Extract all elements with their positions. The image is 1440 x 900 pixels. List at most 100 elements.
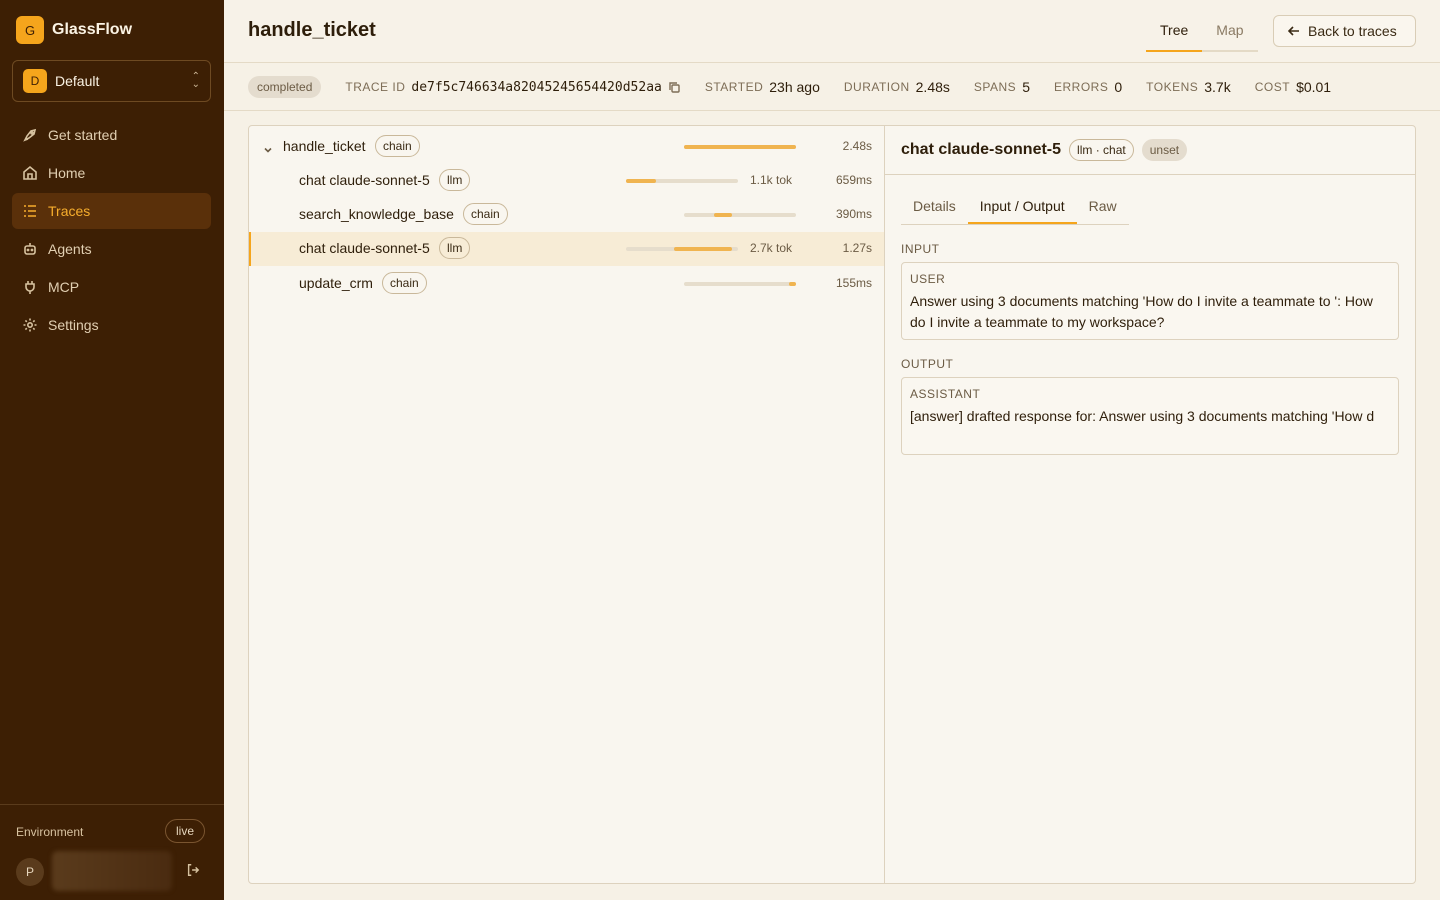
tab-map[interactable]: Map	[1202, 14, 1257, 50]
sidebar-item-mcp[interactable]: MCP	[12, 269, 211, 305]
span-name: search_knowledge_base	[299, 206, 454, 222]
environment-badge[interactable]: live	[165, 819, 206, 843]
span-timeline-track	[684, 213, 796, 217]
meta-value: 23h ago	[769, 79, 820, 95]
meta-tokens: TOKENS 3.7k	[1146, 79, 1231, 95]
user-avatar[interactable]: P	[16, 858, 44, 886]
input-section-label: INPUT	[901, 242, 940, 256]
meta-cost: COST $0.01	[1255, 79, 1331, 95]
span-name: chat claude-sonnet-5	[299, 172, 430, 188]
span-duration: 1.27s	[842, 241, 872, 255]
rocket-icon	[23, 128, 37, 142]
meta-label: STARTED	[704, 80, 764, 94]
span-timeline-track	[684, 282, 796, 286]
back-to-traces-button[interactable]: Back to traces	[1273, 15, 1416, 47]
trace-id-value: de7f5c746634a82045245654420d52aa	[411, 79, 662, 95]
span-timeline-track	[684, 145, 796, 149]
span-detail-header: chat claude-sonnet-5 llm · chat unset	[885, 126, 1415, 175]
span-row[interactable]: chat claude-sonnet-5 llm 1.1k tok 659ms	[249, 164, 884, 198]
meta-value: 3.7k	[1204, 79, 1231, 95]
span-status-badge: unset	[1141, 139, 1188, 161]
span-detail-title: chat claude-sonnet-5	[901, 141, 1062, 158]
span-kind-badge: chain	[375, 135, 420, 157]
span-timeline-bar	[674, 247, 732, 251]
meta-value: 2.48s	[915, 79, 950, 95]
logout-button[interactable]	[186, 863, 202, 879]
span-row[interactable]: update_crm chain 155ms	[249, 267, 884, 301]
sidebar-item-agents[interactable]: Agents	[12, 231, 211, 267]
workspace-switcher[interactable]: D Default ⌃ ⌄	[12, 60, 211, 102]
span-timeline-bar	[714, 213, 732, 217]
span-tokens: 1.1k tok	[750, 173, 793, 187]
span-tokens: 2.7k tok	[750, 241, 793, 255]
sidebar-item-traces[interactable]: Traces	[12, 193, 211, 229]
sidebar-item-label: Agents	[48, 241, 92, 257]
span-row[interactable]: handle_ticket chain 2.48s	[249, 130, 884, 164]
sidebar-item-label: MCP	[48, 279, 80, 295]
trace-meta-bar: completed TRACE ID de7f5c746634a82045245…	[224, 64, 1440, 111]
span-kind-badge: chain	[463, 203, 508, 225]
workspace-avatar: D	[23, 69, 47, 93]
input-role: USER	[910, 272, 946, 286]
span-name: update_crm	[299, 275, 373, 291]
brand[interactable]: G GlassFlow	[16, 16, 132, 44]
meta-value: 0	[1114, 79, 1123, 95]
tab-tree[interactable]: Tree	[1146, 14, 1203, 52]
span-timeline-bar	[789, 282, 796, 286]
chevron-down-icon[interactable]	[263, 142, 273, 153]
sidebar-item-label: Settings	[48, 317, 99, 333]
plug-icon	[25, 281, 35, 294]
input-message: USER Answer using 3 documents matching '…	[901, 262, 1399, 340]
tab-details[interactable]: Details	[901, 190, 968, 224]
home-icon	[23, 165, 37, 180]
span-duration: 659ms	[835, 173, 872, 187]
output-text: [answer] drafted response for: Answer us…	[910, 408, 1375, 424]
span-kind-badge: llm · chat	[1069, 139, 1134, 161]
output-message: ASSISTANT [answer] drafted response for:…	[901, 377, 1399, 455]
meta-label: DURATION	[843, 80, 910, 94]
gear-icon	[23, 318, 37, 332]
span-row[interactable]: search_knowledge_base chain 390ms	[249, 198, 884, 232]
span-duration: 2.48s	[842, 139, 872, 153]
meta-started: STARTED 23h ago	[705, 79, 820, 95]
chevron-updown-icon: ⌃ ⌄	[191, 71, 200, 90]
user-info-redacted	[52, 851, 172, 891]
span-detail: chat claude-sonnet-5 llm · chat unset De…	[885, 126, 1415, 883]
view-tabs: Tree Map	[1146, 14, 1258, 52]
logout-icon	[187, 864, 200, 876]
sidebar-item-settings[interactable]: Settings	[12, 307, 211, 343]
workspace-name: Default	[55, 73, 100, 89]
span-kind-badge: llm	[439, 169, 471, 191]
page-header: handle_ticket Tree Map Back to traces	[224, 0, 1440, 63]
sidebar-item-get-started[interactable]: Get started	[12, 117, 211, 153]
sidebar-nav: Get started Home Traces Agents MCP Setti…	[12, 117, 211, 345]
robot-icon	[24, 243, 36, 255]
span-kind-badge: llm	[439, 237, 471, 259]
arrow-left-icon	[1288, 26, 1299, 36]
span-timeline-track	[626, 247, 738, 251]
span-timeline-bar	[626, 179, 656, 183]
meta-label: COST	[1254, 80, 1291, 94]
meta-label: ERRORS	[1053, 80, 1109, 94]
meta-spans: SPANS 5	[974, 79, 1030, 95]
sidebar-footer: Environment live P	[0, 804, 224, 900]
sidebar: G GlassFlow D Default ⌃ ⌄ Get started Hom…	[0, 0, 224, 900]
brand-name: GlassFlow	[52, 21, 133, 38]
tab-input-output[interactable]: Input / Output	[967, 190, 1077, 224]
meta-label: SPANS	[973, 80, 1017, 94]
brand-logo: G	[16, 16, 44, 44]
span-name: chat claude-sonnet-5	[299, 240, 430, 256]
meta-value: $0.01	[1296, 79, 1332, 95]
output-section-label: OUTPUT	[901, 357, 954, 371]
status-badge: completed	[248, 76, 322, 98]
output-role: ASSISTANT	[910, 387, 981, 401]
sidebar-item-home[interactable]: Home	[12, 155, 211, 191]
span-duration: 155ms	[835, 276, 872, 290]
meta-duration: DURATION 2.48s	[844, 79, 950, 95]
copy-icon[interactable]	[668, 81, 681, 94]
meta-trace-id: TRACE ID de7f5c746634a82045245654420d52a…	[345, 80, 680, 95]
span-row[interactable]: chat claude-sonnet-5 llm 2.7k tok 1.27s	[249, 232, 884, 266]
meta-value: 5	[1022, 79, 1030, 95]
tab-raw[interactable]: Raw	[1077, 190, 1129, 224]
meta-label: TRACE ID	[345, 80, 406, 94]
